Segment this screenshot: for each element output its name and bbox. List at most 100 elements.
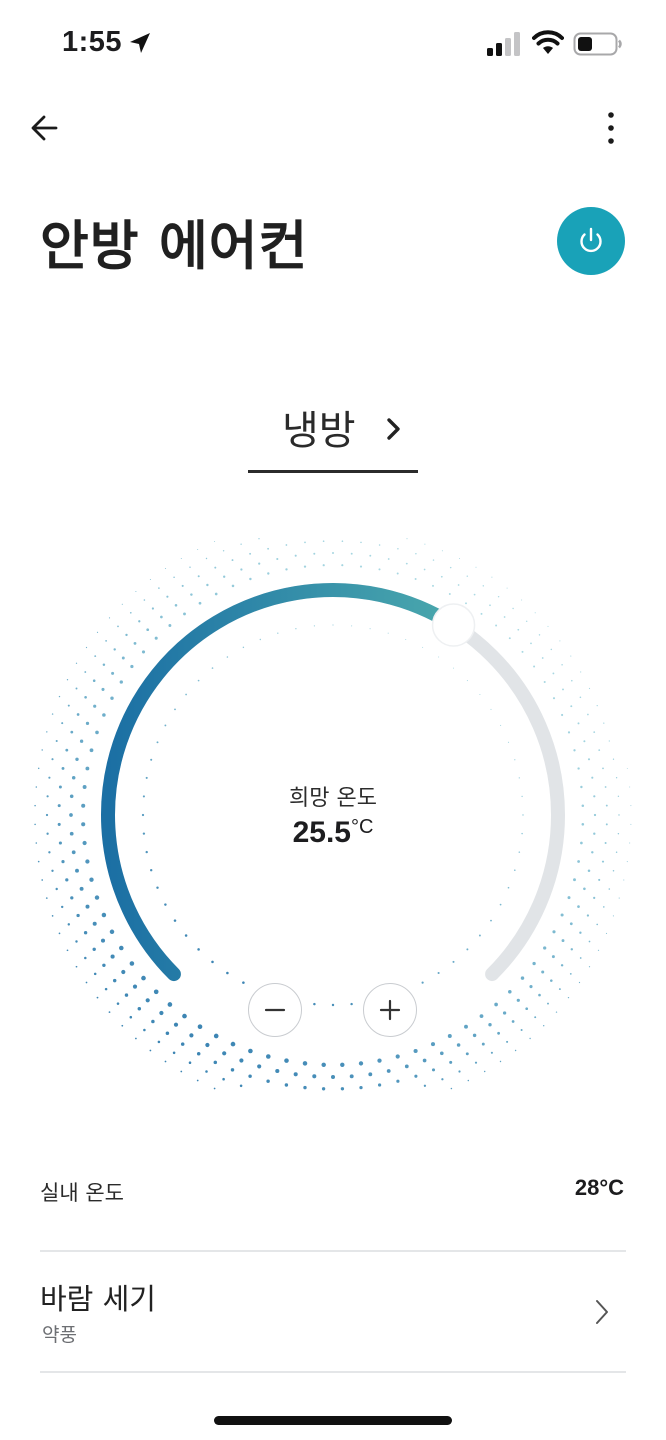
dial-dot: [157, 1040, 161, 1044]
dial-dot: [449, 1060, 453, 1064]
dial-dot: [440, 575, 443, 578]
dial-dot: [223, 575, 226, 578]
dial-dot: [626, 861, 628, 863]
dial-dot: [58, 841, 62, 845]
wind-strength-row[interactable]: 바람 세기 약풍: [40, 1262, 626, 1362]
dial-dot: [164, 903, 167, 906]
dial-dot: [534, 1016, 537, 1019]
dial-dot: [467, 1079, 470, 1082]
dial-dot: [350, 1002, 353, 1006]
dial-dot: [350, 552, 353, 555]
dial-dot: [437, 971, 440, 975]
dial-dot: [580, 671, 582, 673]
increase-temperature-button[interactable]: [363, 983, 417, 1037]
dial-dot: [239, 1084, 243, 1088]
dial-dot: [76, 913, 80, 918]
dial-dot: [555, 1011, 558, 1013]
dial-dot: [85, 721, 90, 726]
dial-dot: [483, 1070, 486, 1073]
dial-dot: [231, 584, 235, 588]
dial-dot: [168, 624, 172, 627]
decrease-temperature-button[interactable]: [248, 983, 302, 1037]
cellular-signal-icon: [487, 32, 520, 56]
dial-dot: [405, 638, 407, 641]
dial-dot: [341, 540, 344, 542]
dial-dot: [75, 757, 79, 762]
dial-dot: [145, 850, 148, 854]
dial-dot: [277, 632, 279, 634]
dial-dot: [580, 785, 583, 789]
dial-dot: [294, 554, 297, 557]
dial-dot: [213, 1087, 216, 1090]
dial-dot: [165, 1031, 170, 1036]
dial-dot: [422, 1058, 427, 1063]
temperature-dial[interactable]: 희망 온도 25.5°C: [0, 530, 666, 1110]
dial-dot: [57, 822, 61, 826]
dial-dot: [89, 877, 94, 882]
dial-dot: [615, 851, 618, 854]
dial-dot: [602, 767, 604, 770]
dial-dot: [184, 934, 188, 937]
mode-label: 냉방: [282, 408, 356, 454]
back-arrow-icon: [31, 115, 58, 141]
dial-dot: [449, 566, 452, 569]
dial-dot: [520, 976, 525, 980]
dial-dot: [65, 878, 69, 882]
dial-dot: [95, 730, 99, 735]
dial-dot: [331, 1075, 335, 1079]
dial-dot: [543, 680, 546, 684]
dial-dot: [105, 640, 107, 642]
dial-dot: [94, 655, 97, 658]
dial-dot: [112, 978, 117, 983]
dial-dot: [164, 567, 167, 570]
dial-dot: [550, 648, 553, 651]
dial-dot: [603, 722, 605, 724]
target-temperature-label: 희망 온도: [289, 786, 377, 811]
target-temperature-unit: °C: [350, 816, 374, 838]
dial-dot: [387, 558, 390, 560]
dial-dot: [125, 633, 128, 637]
dial-dot: [85, 646, 88, 649]
dial-dot: [423, 568, 426, 571]
dial-dot: [58, 695, 61, 698]
dial-dot: [58, 785, 62, 789]
dial-dot: [66, 679, 69, 681]
dial-dots: [34, 538, 632, 1091]
dial-dot: [75, 662, 78, 664]
dial-dot: [529, 1037, 531, 1040]
dial-dot: [141, 975, 146, 981]
dial-dot: [111, 671, 115, 675]
dial-dot: [579, 931, 582, 934]
dial-dot: [138, 620, 141, 623]
more-options-button[interactable]: [596, 108, 626, 150]
dial-dot: [593, 731, 596, 733]
dial-dot: [108, 1011, 111, 1013]
dial-dot: [267, 547, 269, 550]
mode-selector[interactable]: 냉방: [248, 398, 418, 474]
dial-dot: [629, 786, 631, 788]
dial-dot: [41, 749, 43, 751]
dial-dot: [197, 549, 199, 550]
dial-dot: [414, 1074, 418, 1078]
back-button[interactable]: [24, 108, 68, 148]
dial-dot: [313, 625, 316, 627]
power-button[interactable]: [557, 207, 625, 275]
dial-dot: [259, 638, 261, 641]
dial-dot: [533, 665, 536, 668]
dial-dot: [129, 1015, 133, 1019]
dial-dot: [541, 657, 544, 659]
dial-dot: [151, 1019, 155, 1024]
dial-dot: [240, 568, 243, 571]
dial-dot: [596, 923, 599, 926]
dial-dot: [61, 722, 64, 725]
dial-dot: [82, 840, 87, 846]
dial-dot: [150, 869, 153, 872]
dial-dot: [85, 859, 90, 864]
dial-dot: [275, 1068, 280, 1074]
dial-dot: [629, 842, 631, 844]
dial-dot: [577, 767, 580, 770]
dial-dot: [35, 842, 38, 844]
dial-dot: [570, 655, 572, 657]
wind-strength-label: 바람 세기: [40, 1282, 156, 1316]
dial-handle[interactable]: [431, 603, 476, 647]
